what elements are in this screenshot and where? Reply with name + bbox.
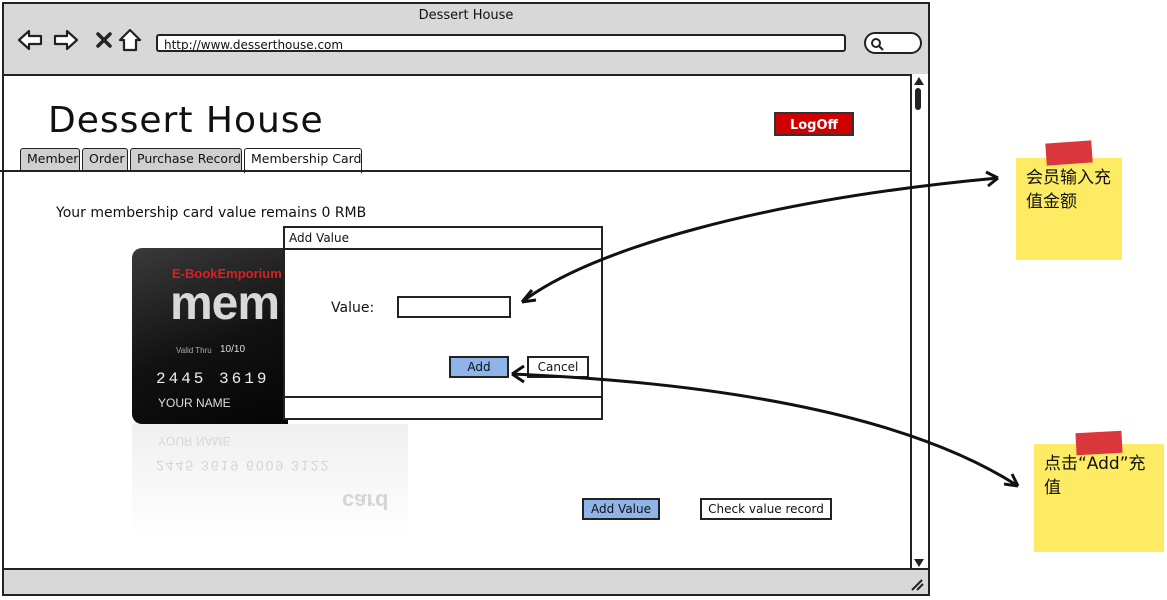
dialog-add-button[interactable]: Add bbox=[449, 356, 509, 378]
resize-grip-icon[interactable] bbox=[908, 577, 924, 591]
address-bar[interactable]: http://www.desserthouse.com bbox=[156, 34, 846, 52]
tab-underline bbox=[0, 170, 910, 172]
card-reflection: YOUR NAME 2445 3619 6009 3122 card bbox=[132, 424, 408, 534]
add-value-button[interactable]: Add Value bbox=[582, 498, 660, 520]
back-arrow-icon[interactable] bbox=[16, 26, 44, 54]
logoff-button[interactable]: LogOff bbox=[774, 112, 854, 136]
card-valid-label: Valid Thru bbox=[176, 346, 212, 355]
value-input[interactable] bbox=[397, 296, 511, 318]
sticky-pin bbox=[1045, 140, 1093, 166]
forward-arrow-icon[interactable] bbox=[52, 26, 80, 54]
sticky-pin bbox=[1075, 430, 1123, 456]
reflection-name: YOUR NAME bbox=[158, 434, 231, 448]
home-icon[interactable] bbox=[116, 26, 144, 54]
scroll-thumb[interactable] bbox=[915, 88, 921, 110]
search-icon bbox=[871, 38, 884, 51]
membership-card-image: E-BookEmporium mem Valid Thru 10/10 2445… bbox=[132, 248, 288, 424]
reflection-word: card bbox=[342, 489, 389, 514]
search-field[interactable] bbox=[864, 32, 922, 54]
tab-order[interactable]: Order bbox=[82, 148, 128, 170]
card-holder-name: YOUR NAME bbox=[158, 396, 231, 410]
dialog-cancel-button[interactable]: Cancel bbox=[527, 356, 589, 378]
check-value-record-button[interactable]: Check value record bbox=[700, 498, 832, 520]
reflection-number: 2445 3619 6009 3122 bbox=[156, 458, 331, 474]
sticky-note-input: 会员输入充值金额 bbox=[1016, 158, 1122, 260]
card-balance-text: Your membership card value remains 0 RMB bbox=[56, 205, 367, 221]
tab-purchase-record[interactable]: Purchase Record bbox=[130, 148, 242, 170]
close-icon[interactable] bbox=[90, 26, 118, 54]
tab-member[interactable]: Member bbox=[20, 148, 80, 170]
sticky-note-add: 点击“Add”充值 bbox=[1034, 444, 1164, 552]
window-title: Dessert House bbox=[418, 8, 514, 23]
vertical-scrollbar[interactable] bbox=[910, 74, 928, 570]
add-value-dialog: Add Value Value: Add Cancel bbox=[283, 226, 603, 420]
site-title: Dessert House bbox=[48, 100, 324, 141]
scroll-down-icon[interactable] bbox=[913, 558, 925, 568]
card-word: mem bbox=[170, 277, 280, 330]
scroll-up-icon[interactable] bbox=[913, 76, 925, 86]
dialog-title: Add Value bbox=[285, 228, 601, 250]
card-valid-date: 10/10 bbox=[220, 344, 246, 355]
value-label: Value: bbox=[331, 300, 375, 316]
browser-chrome: Dessert House http://www.desserthouse.co… bbox=[4, 4, 928, 76]
dialog-footer bbox=[285, 396, 601, 418]
status-bar bbox=[4, 568, 928, 594]
card-number: 2445 3619 bbox=[156, 370, 270, 388]
